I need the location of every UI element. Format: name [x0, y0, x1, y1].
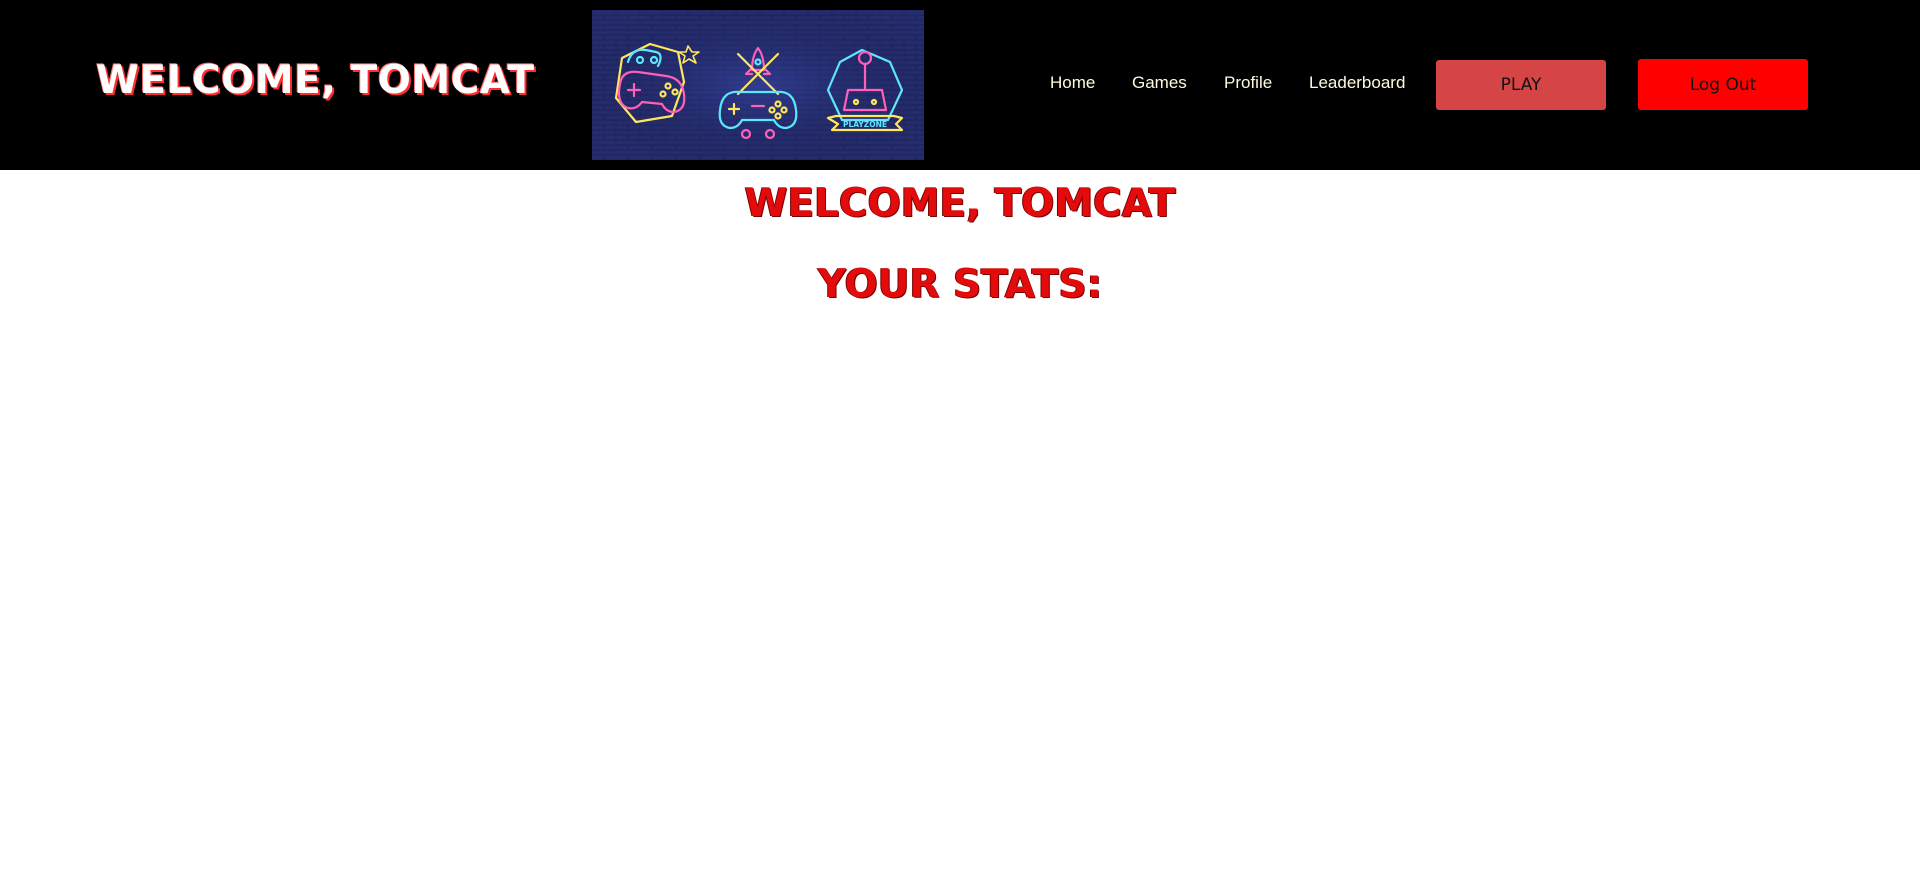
- nav-leaderboard[interactable]: Leaderboard: [1309, 73, 1405, 93]
- brand-title: WELCOME, TOMCAT: [96, 58, 535, 103]
- playzone-sign-text: PLAYZONE: [843, 120, 887, 129]
- welcome-heading: WELCOME, TOMCAT: [744, 181, 1176, 226]
- play-button[interactable]: PLAY: [1436, 60, 1606, 110]
- playzone-banner-image: PLAYZONE: [592, 10, 924, 160]
- logout-button[interactable]: Log Out: [1638, 59, 1808, 110]
- nav-games[interactable]: Games: [1132, 73, 1187, 93]
- stats-heading: YOUR STATS:: [817, 262, 1103, 307]
- playzone-banner: PLAYZONE: [592, 10, 924, 160]
- top-header: WELCOME, TOMCAT PLAYZONE Home Games Prof…: [0, 0, 1920, 170]
- nav-profile[interactable]: Profile: [1224, 73, 1272, 93]
- nav-home[interactable]: Home: [1050, 73, 1095, 93]
